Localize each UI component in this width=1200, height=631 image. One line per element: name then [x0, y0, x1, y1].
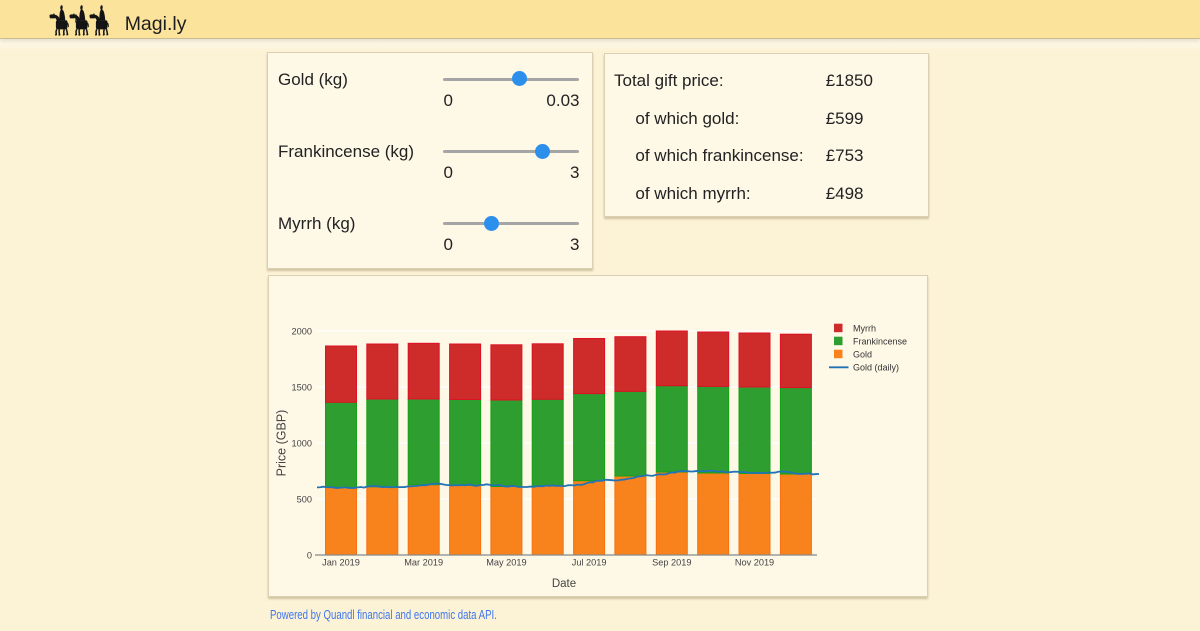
svg-text:Mar 2019: Mar 2019 — [404, 558, 443, 568]
svg-text:1500: 1500 — [292, 382, 312, 392]
svg-text:Jul 2019: Jul 2019 — [572, 558, 607, 568]
svg-text:0: 0 — [307, 550, 312, 560]
svg-text:Gold (daily): Gold (daily) — [853, 363, 899, 373]
svg-text:Myrrh: Myrrh — [853, 323, 876, 333]
svg-text:Date: Date — [552, 578, 576, 590]
svg-text:1000: 1000 — [292, 438, 312, 448]
svg-text:Price (GBP): Price (GBP) — [275, 410, 289, 477]
svg-text:Sep 2019: Sep 2019 — [652, 558, 691, 568]
svg-text:Jan 2019: Jan 2019 — [322, 558, 360, 568]
svg-text:Gold: Gold — [853, 349, 872, 359]
svg-text:Frankincense: Frankincense — [853, 336, 907, 346]
svg-text:Nov 2019: Nov 2019 — [735, 558, 774, 568]
svg-text:2000: 2000 — [292, 326, 312, 336]
svg-text:500: 500 — [297, 494, 312, 504]
svg-text:May 2019: May 2019 — [486, 558, 526, 568]
